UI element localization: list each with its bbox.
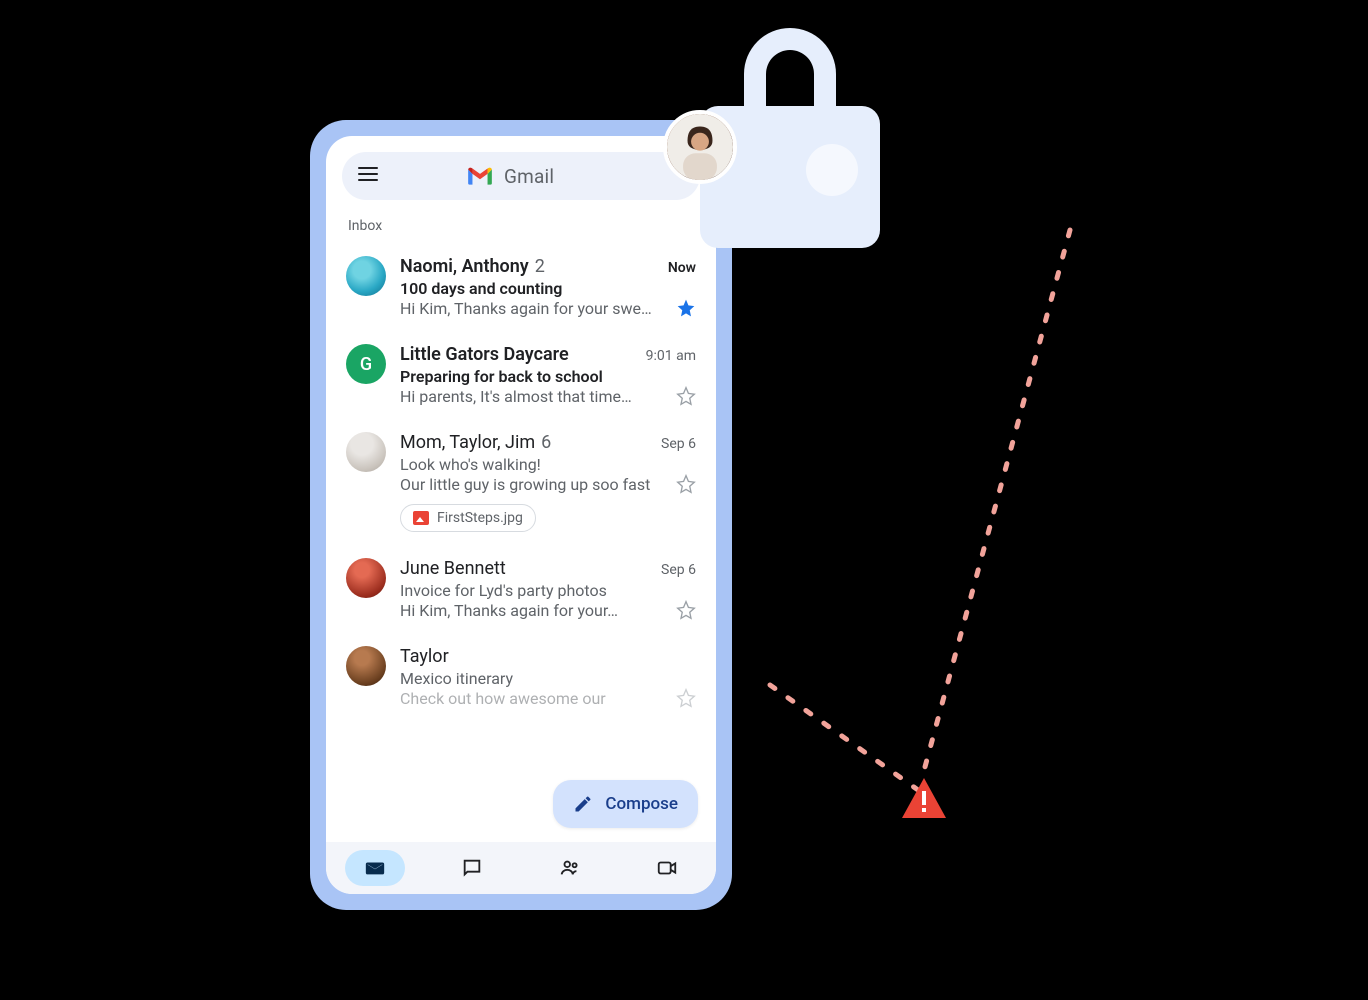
message-time: 9:01 am — [646, 348, 696, 364]
gmail-brand: Gmail — [466, 165, 554, 188]
message-subject: Preparing for back to school — [400, 367, 696, 386]
message-item[interactable]: Naomi, Anthony2 Now 100 days and countin… — [326, 244, 716, 332]
tab-meet[interactable] — [637, 850, 697, 886]
top-bar: Gmail — [342, 152, 700, 200]
sender-avatar: G — [346, 344, 386, 384]
message-subject: Look who's walking! — [400, 455, 696, 474]
compose-label: Compose — [605, 794, 678, 814]
sender-name: Mom, Taylor, Jim6 — [400, 432, 551, 453]
inbox-section-label: Inbox — [326, 210, 716, 244]
sender-avatar — [346, 558, 386, 598]
gmail-app-screen: Gmail Inbox Naomi, Anthony2 Now 100 days… — [326, 136, 716, 894]
sender-name: Naomi, Anthony2 — [400, 256, 545, 277]
sender-avatar — [346, 256, 386, 296]
mail-icon — [364, 857, 386, 879]
message-subject: 100 days and counting — [400, 279, 696, 298]
image-icon — [413, 511, 429, 525]
video-icon — [656, 857, 678, 879]
attachment-name: FirstSteps.jpg — [437, 510, 523, 526]
thread-count: 2 — [535, 256, 545, 277]
message-snippet: Hi Kim, Thanks again for your… — [400, 601, 618, 620]
profile-avatar[interactable] — [663, 110, 737, 184]
gmail-label: Gmail — [504, 165, 554, 188]
sender-avatar — [346, 646, 386, 686]
sender-name: Taylor — [400, 646, 449, 667]
star-icon[interactable] — [676, 688, 696, 708]
message-snippet: Hi Kim, Thanks again for your sweet… — [400, 299, 660, 318]
sender-name: Little Gators Daycare — [400, 344, 569, 365]
message-time: Now — [668, 260, 696, 276]
thread-count: 6 — [541, 432, 551, 453]
message-item[interactable]: G Little Gators Daycare 9:01 am Preparin… — [326, 332, 716, 420]
message-snippet: Our little guy is growing up soo fast — [400, 475, 650, 494]
message-item[interactable]: June Bennett Sep 6 Invoice for Lyd's par… — [326, 546, 716, 634]
star-icon[interactable] — [676, 600, 696, 620]
message-snippet: Hi parents, It's almost that time… — [400, 387, 632, 406]
chat-icon — [461, 857, 483, 879]
message-subject: Invoice for Lyd's party photos — [400, 581, 696, 600]
tab-mail[interactable] — [345, 850, 405, 886]
star-icon[interactable] — [676, 386, 696, 406]
menu-icon[interactable] — [356, 162, 380, 190]
message-time: Sep 6 — [661, 562, 696, 578]
message-snippet: Check out how awesome our — [400, 689, 606, 708]
gmail-app-frame: Gmail Inbox Naomi, Anthony2 Now 100 days… — [310, 120, 732, 910]
message-subject: Mexico itinerary — [400, 669, 696, 688]
star-icon[interactable] — [676, 298, 696, 318]
message-item[interactable]: Taylor Mexico itinerary Check out how aw… — [326, 634, 716, 708]
message-item[interactable]: Mom, Taylor, Jim6 Sep 6 Look who's walki… — [326, 420, 716, 546]
bottom-nav — [326, 842, 716, 894]
gmail-logo-icon — [466, 165, 494, 187]
tab-chat[interactable] — [442, 850, 502, 886]
message-time: Sep 6 — [661, 436, 696, 452]
sender-name: June Bennett — [400, 558, 506, 579]
compose-button[interactable]: Compose — [553, 780, 698, 828]
attachment-chip[interactable]: FirstSteps.jpg — [400, 504, 536, 532]
tab-spaces[interactable] — [540, 850, 600, 886]
people-icon — [559, 857, 581, 879]
message-list[interactable]: Naomi, Anthony2 Now 100 days and countin… — [326, 244, 716, 842]
pencil-icon — [573, 794, 593, 814]
warning-icon — [900, 776, 948, 824]
star-icon[interactable] — [676, 474, 696, 494]
sender-avatar — [346, 432, 386, 472]
